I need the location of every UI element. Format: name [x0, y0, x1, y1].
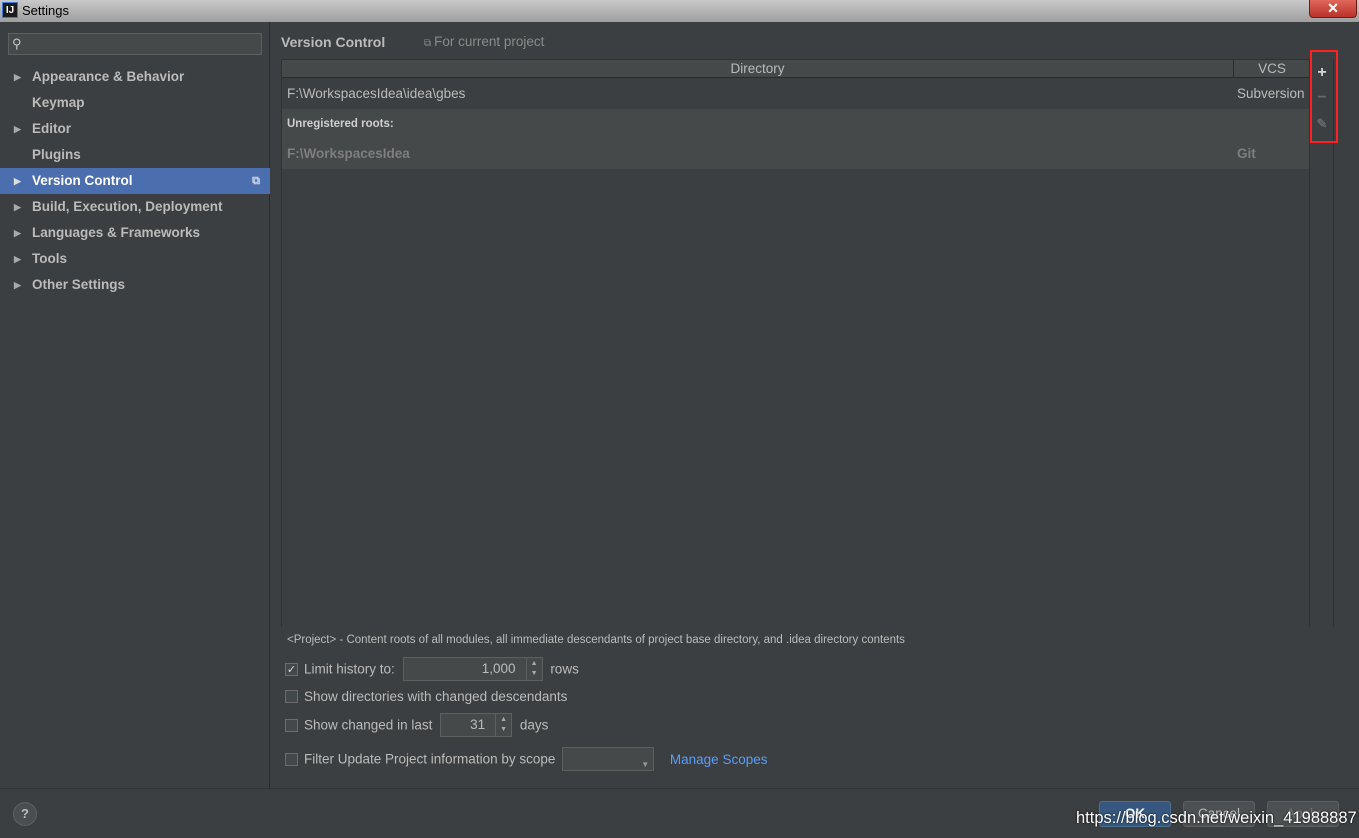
- close-window-button[interactable]: ✕: [1309, 0, 1357, 18]
- limit-history-label[interactable]: Limit history to:: [304, 662, 395, 677]
- sidebar-item-label: Tools: [32, 251, 67, 266]
- show-dirs-label[interactable]: Show directories with changed descendant…: [304, 689, 567, 704]
- sidebar-item-tools[interactable]: ▶ Tools: [0, 246, 270, 272]
- show-changed-days-value[interactable]: 31: [470, 714, 485, 736]
- version-control-panel: Version Control ⧉ For current project Dir…: [271, 22, 1359, 788]
- dialog-footer: ? OK Cancel Apply https://blog.csdn.net/…: [0, 788, 1359, 838]
- sidebar-item-build-execution-deployment[interactable]: ▶ Build, Execution, Deployment: [0, 194, 270, 220]
- show-changed-label[interactable]: Show changed in last: [304, 718, 432, 733]
- directory-cell: F:\WorkspacesIdea\idea\gbes: [287, 86, 466, 101]
- vcs-roots-table: Directory VCS F:\WorkspacesIdea\idea\gbe…: [281, 59, 1334, 627]
- vcs-cell: Subversion: [1237, 86, 1305, 101]
- search-input[interactable]: [33, 35, 257, 53]
- limit-history-option: ✓ Limit history to: 1,000 ▲ ▼ rows: [285, 657, 579, 681]
- sidebar-item-appearance-behavior[interactable]: ▶ Appearance & Behavior: [0, 64, 270, 90]
- sidebar-item-label: Plugins: [32, 147, 81, 162]
- show-changed-checkbox[interactable]: [285, 718, 298, 732]
- table-row[interactable]: F:\WorkspacesIdea Git: [282, 139, 1309, 169]
- table-row[interactable]: F:\WorkspacesIdea\idea\gbes Subversion: [282, 79, 1309, 109]
- limit-history-value[interactable]: 1,000: [482, 658, 516, 680]
- watermark-text: https://blog.csdn.net/weixin_41988887: [1076, 809, 1357, 827]
- directory-cell: F:\WorkspacesIdea: [287, 146, 410, 161]
- sidebar-item-editor[interactable]: ▶ Editor: [0, 116, 270, 142]
- unregistered-roots-label: Unregistered roots:: [287, 118, 394, 130]
- column-header-vcs[interactable]: VCS: [1235, 60, 1309, 78]
- sidebar-item-other-settings[interactable]: ▶ Other Settings: [0, 272, 270, 298]
- stepper-arrows-icon[interactable]: ▲ ▼: [495, 714, 511, 736]
- sidebar-item-plugins[interactable]: Plugins: [0, 142, 270, 168]
- project-scope-icon: ⧉: [424, 38, 432, 49]
- annotation-highlight-box: [1310, 50, 1338, 143]
- scope-select[interactable]: ▼: [562, 747, 655, 771]
- sidebar-item-version-control[interactable]: ▶ Version Control ⧉: [0, 168, 270, 194]
- stepper-arrows-icon[interactable]: ▲ ▼: [525, 658, 542, 680]
- sidebar-item-label: Editor: [32, 121, 71, 136]
- limit-history-suffix: rows: [550, 661, 579, 677]
- filter-scope-label[interactable]: Filter Update Project information by sco…: [304, 752, 555, 767]
- table-empty-area: [282, 169, 1309, 627]
- filter-scope-option: Filter Update Project information by sco…: [285, 747, 768, 771]
- search-icon: ⚲: [12, 36, 22, 51]
- vcs-cell: Git: [1237, 146, 1256, 161]
- settings-sidebar: ⚲ ▶ Appearance & Behavior Keymap ▶ Edito…: [0, 22, 270, 788]
- show-changed-option: Show changed in last 31 ▲ ▼ days: [285, 713, 549, 737]
- intellij-logo-icon: IJ: [2, 2, 18, 18]
- expand-arrow-icon[interactable]: ▶: [14, 64, 21, 90]
- show-changed-days-stepper[interactable]: 31 ▲ ▼: [440, 713, 513, 737]
- sidebar-item-label: Appearance & Behavior: [32, 69, 185, 84]
- unregistered-roots-header: Unregistered roots:: [282, 109, 1309, 139]
- sidebar-item-label: Languages & Frameworks: [32, 225, 201, 240]
- show-changed-suffix: days: [519, 717, 549, 733]
- sidebar-item-label: Version Control: [32, 173, 133, 188]
- expand-arrow-icon[interactable]: ▶: [14, 220, 21, 246]
- project-note: <Project> - Content roots of all modules…: [287, 634, 905, 646]
- help-button[interactable]: ?: [13, 802, 37, 826]
- expand-arrow-icon[interactable]: ▶: [14, 116, 21, 142]
- settings-nav: ▶ Appearance & Behavior Keymap ▶ Editor …: [0, 64, 270, 298]
- show-dirs-checkbox[interactable]: [285, 689, 298, 703]
- limit-history-stepper[interactable]: 1,000 ▲ ▼: [402, 657, 543, 681]
- table-toolbar: + − ✎: [1309, 59, 1333, 627]
- expand-arrow-icon[interactable]: ▶: [14, 246, 21, 272]
- column-header-directory[interactable]: Directory: [282, 60, 1234, 78]
- page-title: Version Control: [281, 34, 386, 50]
- show-dirs-option: Show directories with changed descendant…: [285, 686, 567, 708]
- sidebar-item-keymap[interactable]: Keymap: [0, 90, 270, 116]
- scope-note: ⧉ For current project: [424, 34, 544, 49]
- settings-search[interactable]: ⚲: [8, 33, 262, 55]
- project-scope-icon: ⧉: [252, 175, 260, 187]
- limit-history-checkbox[interactable]: ✓: [285, 662, 298, 676]
- window-title: Settings: [22, 3, 69, 18]
- sidebar-item-label: Other Settings: [32, 277, 126, 292]
- manage-scopes-link[interactable]: Manage Scopes: [670, 752, 768, 767]
- scope-note-label: For current project: [434, 34, 545, 49]
- window-title-bar: IJ Settings ✕: [0, 0, 1359, 22]
- expand-arrow-icon[interactable]: ▶: [14, 272, 21, 298]
- expand-arrow-icon[interactable]: ▶: [14, 194, 21, 220]
- expand-arrow-icon[interactable]: ▶: [14, 168, 21, 194]
- filter-scope-checkbox[interactable]: [285, 752, 298, 766]
- chevron-down-icon: ▼: [641, 760, 650, 769]
- sidebar-item-languages-frameworks[interactable]: ▶ Languages & Frameworks: [0, 220, 270, 246]
- table-header: Directory VCS: [282, 60, 1309, 78]
- sidebar-item-label: Keymap: [32, 95, 85, 110]
- sidebar-item-label: Build, Execution, Deployment: [32, 199, 223, 214]
